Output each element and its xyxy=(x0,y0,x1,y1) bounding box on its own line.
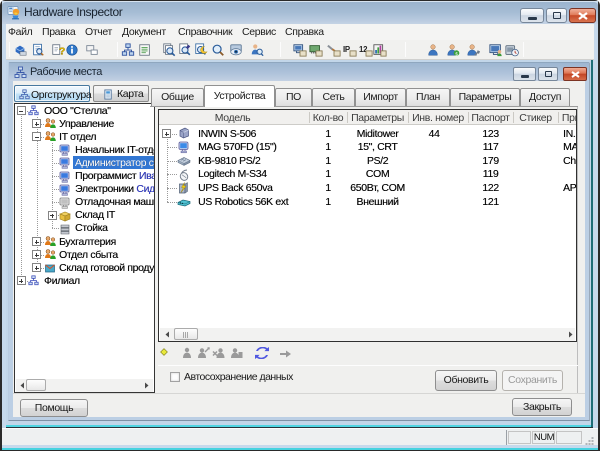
svg-text:IP: IP xyxy=(343,45,350,54)
